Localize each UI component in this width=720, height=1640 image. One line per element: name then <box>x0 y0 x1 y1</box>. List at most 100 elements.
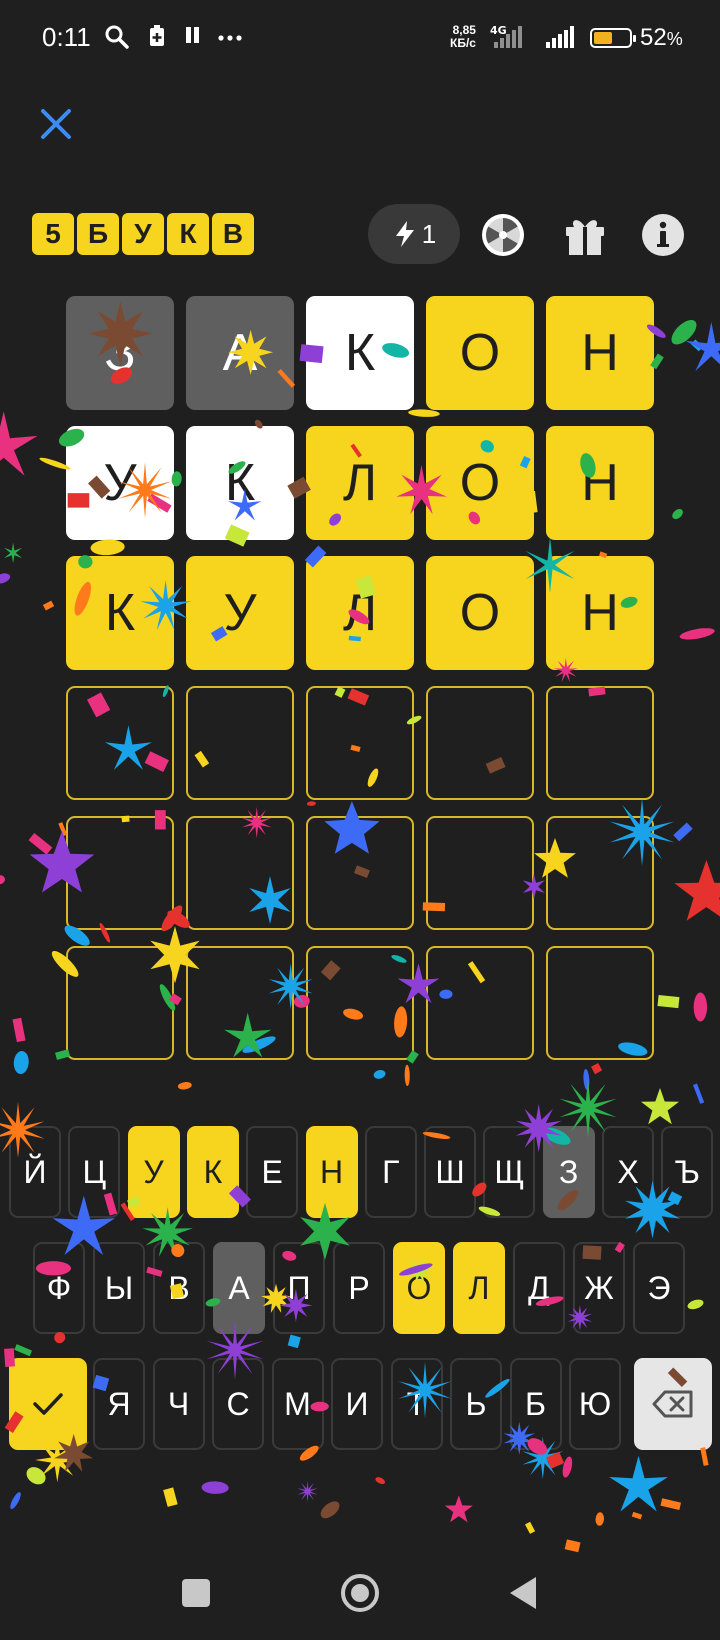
key[interactable]: У <box>127 1126 180 1218</box>
logo-letter: К <box>167 213 209 255</box>
key[interactable]: Л <box>453 1242 505 1334</box>
letter-tile: К <box>186 426 294 540</box>
key[interactable]: Й <box>9 1126 61 1218</box>
letter-tile: У <box>186 556 294 670</box>
logo-letter: Б <box>77 213 119 255</box>
letter-tile: Н <box>546 556 654 670</box>
confetti-oval <box>201 1481 229 1494</box>
empty-tile <box>546 816 654 930</box>
key[interactable]: Ъ <box>661 1126 714 1218</box>
letter-tile: К <box>306 296 414 410</box>
info-icon[interactable] <box>640 212 686 258</box>
confetti-piece <box>564 1539 581 1553</box>
letter-tile: А <box>186 296 294 410</box>
confetti-star <box>609 1455 668 1512</box>
key[interactable]: Щ <box>483 1126 536 1218</box>
confetti-star <box>297 1480 318 1503</box>
hint-count: 1 <box>421 218 437 249</box>
status-bar: 0:11 8,85 КБ/с 4G 52% <box>0 0 720 80</box>
battery-percent: 52% <box>640 24 683 51</box>
key[interactable]: З <box>542 1126 595 1218</box>
battery-saver-icon <box>150 25 164 46</box>
key[interactable]: Д <box>513 1242 565 1334</box>
confetti-oval <box>375 1477 386 1485</box>
gift-icon[interactable] <box>562 212 608 258</box>
logo-letter: 5 <box>32 213 74 255</box>
empty-tile <box>186 946 294 1060</box>
key[interactable]: Ц <box>68 1126 121 1218</box>
key[interactable]: Я <box>93 1358 145 1450</box>
confetti-piece <box>660 1498 682 1510</box>
confetti-star <box>685 321 720 371</box>
key[interactable]: Э <box>633 1242 685 1334</box>
pause-icon <box>186 27 199 43</box>
confetti-oval <box>0 573 11 584</box>
logo-letter: У <box>122 213 164 255</box>
key[interactable]: И <box>331 1358 383 1450</box>
letter-tile: К <box>66 556 174 670</box>
submit-key[interactable] <box>9 1358 87 1450</box>
backspace-icon <box>652 1390 693 1418</box>
empty-tile <box>306 686 414 800</box>
key[interactable]: Х <box>602 1126 654 1218</box>
back-icon[interactable] <box>508 1575 538 1611</box>
home-icon[interactable] <box>340 1573 380 1613</box>
key[interactable]: Ш <box>424 1126 477 1218</box>
key[interactable]: В <box>153 1242 205 1334</box>
wheel-icon[interactable] <box>480 212 526 258</box>
confetti-piece <box>28 832 53 855</box>
empty-tile <box>66 816 174 930</box>
check-icon <box>33 1393 63 1415</box>
confetti-piece <box>591 1062 603 1075</box>
confetti-oval <box>13 1050 29 1075</box>
confetti-star <box>674 860 720 921</box>
search-icon <box>105 25 129 49</box>
empty-tile <box>426 946 534 1060</box>
empty-tile <box>546 946 654 1060</box>
key[interactable]: Н <box>305 1126 358 1218</box>
key[interactable]: Ф <box>33 1242 85 1334</box>
confetti-piece <box>691 339 704 352</box>
signal-icon <box>494 26 522 48</box>
empty-tile <box>186 816 294 930</box>
key[interactable]: О <box>393 1242 445 1334</box>
hint-button[interactable]: 1 <box>368 204 460 264</box>
key[interactable]: К <box>186 1126 239 1218</box>
key[interactable]: Р <box>333 1242 385 1334</box>
confetti-piece <box>692 1083 705 1104</box>
confetti-oval <box>562 1456 573 1478</box>
empty-tile <box>306 946 414 1060</box>
key[interactable]: Ы <box>93 1242 145 1334</box>
empty-tile <box>426 686 534 800</box>
confetti-piece <box>657 994 680 1009</box>
confetti-oval <box>404 1064 410 1087</box>
confetti-star <box>0 411 38 476</box>
key[interactable]: А <box>213 1242 265 1334</box>
confetti-oval <box>306 801 316 806</box>
key[interactable]: Ю <box>569 1358 621 1450</box>
close-icon[interactable] <box>36 104 76 144</box>
letter-tile: О <box>426 556 534 670</box>
recents-icon[interactable] <box>182 1579 210 1607</box>
confetti-piece <box>12 1017 26 1043</box>
key[interactable]: Ь <box>450 1358 502 1450</box>
key[interactable]: П <box>273 1242 325 1334</box>
confetti-oval <box>408 409 440 417</box>
key[interactable]: Т <box>390 1358 443 1450</box>
key[interactable]: С <box>212 1358 264 1450</box>
confetti-oval <box>0 875 5 885</box>
key[interactable]: Б <box>509 1358 562 1450</box>
signal-icon-2 <box>546 26 574 48</box>
confetti-piece <box>287 1334 301 1349</box>
key[interactable]: Г <box>364 1126 417 1218</box>
letter-tile: У <box>66 426 174 540</box>
empty-tile <box>186 686 294 800</box>
game-logo: 5 Б У К В <box>32 213 254 255</box>
key[interactable]: М <box>271 1358 324 1450</box>
key[interactable]: Е <box>246 1126 299 1218</box>
backspace-key[interactable] <box>634 1358 712 1450</box>
key[interactable]: Ч <box>152 1358 205 1450</box>
key[interactable]: Ж <box>573 1242 625 1334</box>
letter-tile: З <box>66 296 174 410</box>
battery-icon <box>590 28 636 48</box>
